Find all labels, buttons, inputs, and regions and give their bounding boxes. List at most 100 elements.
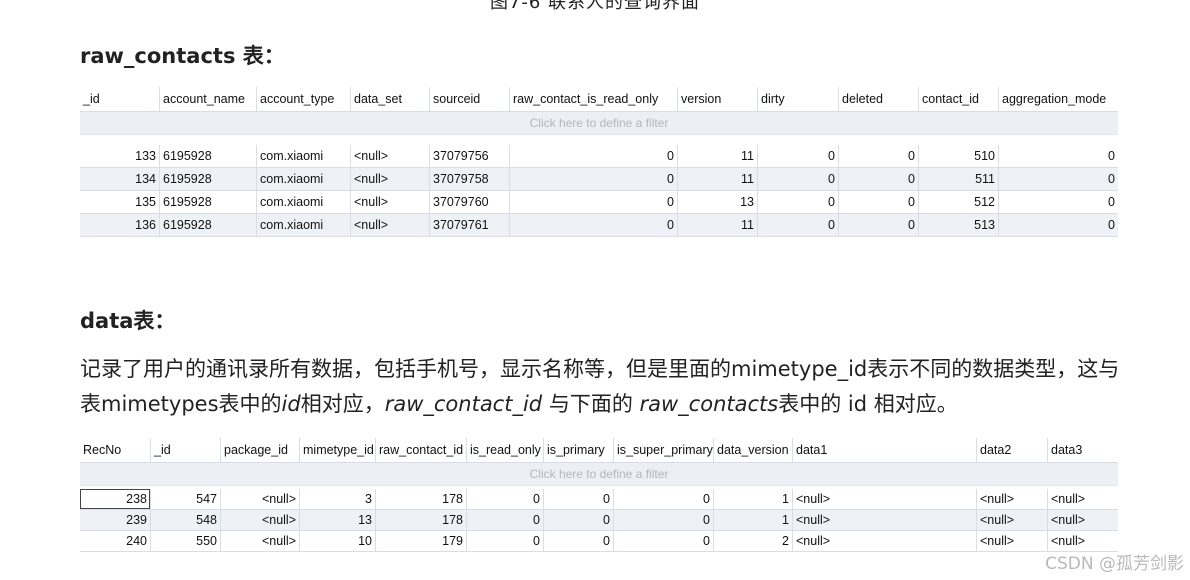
cell: 0 <box>543 531 613 551</box>
grid-header: _id account_name account_type data_set s… <box>80 87 1118 112</box>
cell: 0 <box>466 489 543 509</box>
cell: 240 <box>126 534 147 548</box>
column-header[interactable]: _id <box>80 87 159 111</box>
cell: <null> <box>792 510 976 530</box>
column-header[interactable]: mimetype_id <box>299 438 375 462</box>
cell: 134 <box>135 172 156 186</box>
cell: 511 <box>918 168 998 190</box>
cell: 179 <box>375 531 466 551</box>
column-header[interactable]: data1 <box>792 438 976 462</box>
column-header[interactable]: data_version <box>713 438 792 462</box>
cell: 513 <box>918 214 998 236</box>
cell: 239 <box>126 513 147 527</box>
cell: 0 <box>998 214 1118 236</box>
cell: 37079761 <box>429 214 509 236</box>
cell: <null> <box>350 145 429 167</box>
data-rows: 238 547 <null> 3 178 0 0 0 1 <null> <nul… <box>80 489 1118 552</box>
cell: 11 <box>677 145 757 167</box>
column-header[interactable]: contact_id <box>918 87 998 111</box>
cell: 6195928 <box>159 168 256 190</box>
cell: 0 <box>838 145 918 167</box>
cell: 0 <box>613 531 713 551</box>
column-header[interactable]: data_set <box>350 87 429 111</box>
cell: <null> <box>792 531 976 551</box>
column-header[interactable]: aggregation_mode <box>998 87 1118 111</box>
cell: 0 <box>509 145 677 167</box>
text-italic: raw_contacts <box>639 392 779 416</box>
cell: 2 <box>713 531 792 551</box>
cell: <null> <box>1047 531 1118 551</box>
cell: com.xiaomi <box>256 168 350 190</box>
cell: 3 <box>299 489 375 509</box>
column-header[interactable]: raw_contact_id <box>375 438 466 462</box>
table-row[interactable]: 238 547 <null> 3 178 0 0 0 1 <null> <nul… <box>80 489 1118 510</box>
column-header[interactable]: is_read_only <box>466 438 543 462</box>
cell: 37079760 <box>429 191 509 213</box>
cell: 37079756 <box>429 145 509 167</box>
description-paragraph: 记录了用户的通讯录所有数据，包括手机号，显示名称等，但是里面的mimetype_… <box>80 352 1120 422</box>
cell: 512 <box>918 191 998 213</box>
cell: 550 <box>150 531 220 551</box>
cell: 135 <box>135 195 156 209</box>
cell: 0 <box>838 168 918 190</box>
cell: 548 <box>150 510 220 530</box>
cell: 0 <box>466 510 543 530</box>
cell: <null> <box>350 168 429 190</box>
column-header[interactable]: is_primary <box>543 438 613 462</box>
cell: <null> <box>792 489 976 509</box>
cell: com.xiaomi <box>256 191 350 213</box>
cell: 0 <box>757 145 838 167</box>
cell: 0 <box>757 168 838 190</box>
cell: <null> <box>976 510 1047 530</box>
filter-row[interactable]: Click here to define a filter <box>80 463 1118 486</box>
cell: 11 <box>677 168 757 190</box>
cell: 0 <box>838 191 918 213</box>
column-header[interactable]: RecNo <box>80 438 150 462</box>
column-header[interactable]: _id <box>150 438 220 462</box>
column-header[interactable]: deleted <box>838 87 918 111</box>
grid-header: RecNo _id package_id mimetype_id raw_con… <box>80 438 1118 463</box>
table-row[interactable]: 134 6195928 com.xiaomi <null> 37079758 0… <box>80 168 1118 191</box>
cell: 0 <box>998 145 1118 167</box>
column-header[interactable]: account_name <box>159 87 256 111</box>
cell: 0 <box>509 168 677 190</box>
cell: <null> <box>976 531 1047 551</box>
text: 与下面的 <box>542 392 640 416</box>
column-header[interactable]: data3 <box>1047 438 1118 462</box>
cell: 0 <box>466 531 543 551</box>
column-header[interactable]: dirty <box>757 87 838 111</box>
cell: 0 <box>543 489 613 509</box>
cell: 0 <box>509 191 677 213</box>
cell: 0 <box>613 489 713 509</box>
filter-row[interactable]: Click here to define a filter <box>80 112 1118 135</box>
table-row[interactable]: 135 6195928 com.xiaomi <null> 37079760 0… <box>80 191 1118 214</box>
cell: 0 <box>838 214 918 236</box>
cell: 13 <box>299 510 375 530</box>
cell: 10 <box>299 531 375 551</box>
cell: <null> <box>1047 489 1118 509</box>
data-heading: data表： <box>80 309 176 333</box>
cell: 1 <box>713 510 792 530</box>
column-header[interactable]: package_id <box>220 438 299 462</box>
column-header[interactable]: raw_contact_is_read_only <box>509 87 677 111</box>
cell: 6195928 <box>159 191 256 213</box>
column-header[interactable]: account_type <box>256 87 350 111</box>
cell: 11 <box>677 214 757 236</box>
column-header[interactable]: is_super_primary <box>613 438 713 462</box>
cell: 178 <box>375 510 466 530</box>
column-header[interactable]: version <box>677 87 757 111</box>
table-row[interactable]: 133 6195928 com.xiaomi <null> 37079756 0… <box>80 145 1118 168</box>
cell: 6195928 <box>159 145 256 167</box>
cell: <null> <box>350 191 429 213</box>
table-row[interactable]: 136 6195928 com.xiaomi <null> 37079761 0… <box>80 214 1118 237</box>
figure-caption: 图7-6 联系人的查询界面 <box>489 0 701 13</box>
cell: 0 <box>757 191 838 213</box>
table-row[interactable]: 240 550 <null> 10 179 0 0 0 2 <null> <nu… <box>80 531 1118 552</box>
cell: 178 <box>375 489 466 509</box>
cell: 6195928 <box>159 214 256 236</box>
column-header[interactable]: sourceid <box>429 87 509 111</box>
table-row[interactable]: 239 548 <null> 13 178 0 0 0 1 <null> <nu… <box>80 510 1118 531</box>
raw-contacts-rows: 133 6195928 com.xiaomi <null> 37079756 0… <box>80 145 1118 237</box>
raw-contacts-heading: raw_contacts 表： <box>80 44 285 68</box>
column-header[interactable]: data2 <box>976 438 1047 462</box>
